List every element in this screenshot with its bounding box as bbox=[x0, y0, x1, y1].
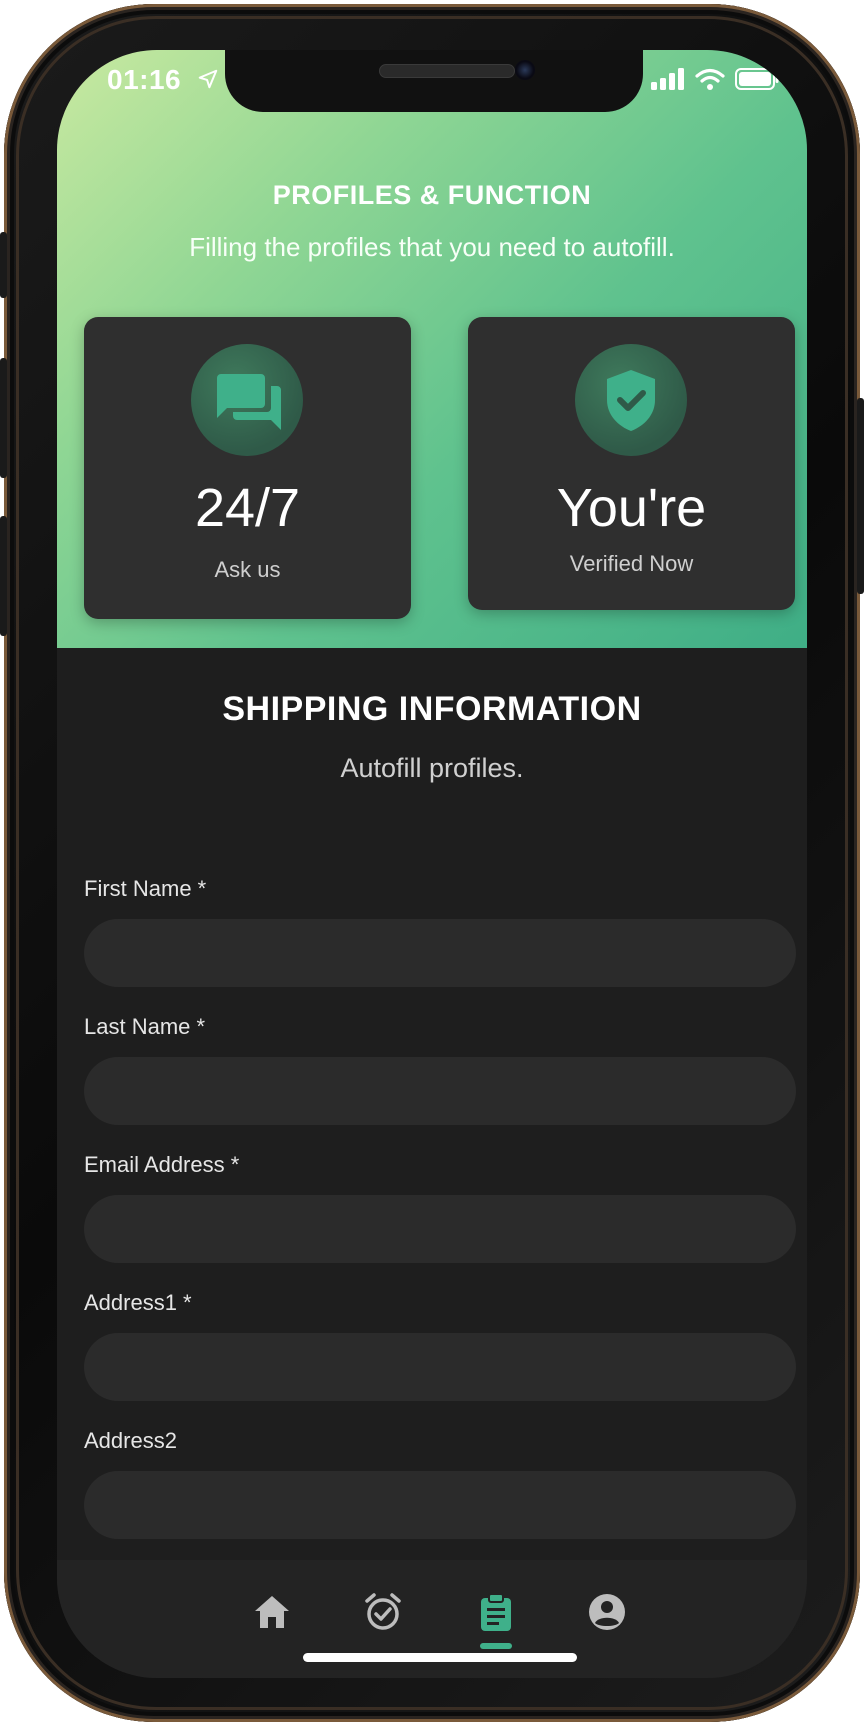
screen: 01:16 PROFILES & FUNCTION Filling the pr… bbox=[57, 50, 807, 1678]
cellular-signal-icon bbox=[651, 68, 684, 90]
notch bbox=[225, 50, 643, 112]
volume-up-button bbox=[0, 358, 7, 478]
address1-label: Address1 * bbox=[84, 1290, 192, 1315]
verified-card-value: You're bbox=[556, 478, 707, 538]
first-name-input[interactable] bbox=[84, 919, 796, 987]
chat-icon bbox=[217, 374, 281, 430]
section-title: SHIPPING INFORMATION bbox=[222, 690, 642, 728]
hero-subtitle: Filling the profiles that you need to au… bbox=[189, 232, 675, 262]
last-name-label: Last Name * bbox=[84, 1014, 206, 1039]
support-card[interactable]: 24/7 Ask us bbox=[84, 317, 411, 619]
support-card-label: Ask us bbox=[214, 557, 281, 582]
verified-card[interactable]: You're Verified Now bbox=[468, 317, 795, 610]
location-arrow-icon bbox=[198, 69, 218, 89]
first-name-label: First Name * bbox=[84, 876, 207, 901]
hero-title: PROFILES & FUNCTION bbox=[272, 180, 592, 210]
shield-badge bbox=[575, 344, 687, 456]
last-name-input[interactable] bbox=[84, 1057, 796, 1125]
volume-down-button bbox=[0, 516, 7, 636]
battery-icon bbox=[735, 68, 779, 90]
address1-input[interactable] bbox=[84, 1333, 796, 1401]
status-indicators bbox=[651, 68, 779, 90]
active-tab-indicator bbox=[480, 1643, 512, 1649]
power-button bbox=[857, 398, 864, 594]
alarm-check-icon[interactable] bbox=[363, 1592, 403, 1632]
chat-badge bbox=[191, 344, 303, 456]
mute-switch bbox=[0, 232, 7, 298]
clipboard-icon[interactable] bbox=[476, 1592, 516, 1632]
wifi-icon bbox=[695, 68, 725, 90]
account-icon[interactable] bbox=[587, 1592, 627, 1632]
address2-label: Address2 bbox=[84, 1428, 177, 1453]
status-time: 01:16 bbox=[107, 64, 182, 95]
verified-card-label: Verified Now bbox=[569, 551, 694, 576]
front-camera bbox=[515, 60, 535, 80]
hero-section: 01:16 PROFILES & FUNCTION Filling the pr… bbox=[57, 50, 807, 648]
email-address-input[interactable] bbox=[84, 1195, 796, 1263]
section-subtitle: Autofill profiles. bbox=[340, 753, 524, 783]
email-address-label: Email Address * bbox=[84, 1152, 240, 1177]
shield-check-icon bbox=[607, 370, 655, 431]
home-indicator bbox=[303, 1653, 577, 1662]
earpiece bbox=[379, 64, 515, 78]
home-icon[interactable] bbox=[252, 1592, 292, 1632]
support-card-value: 24/7 bbox=[194, 478, 301, 538]
address2-input[interactable] bbox=[84, 1471, 796, 1539]
